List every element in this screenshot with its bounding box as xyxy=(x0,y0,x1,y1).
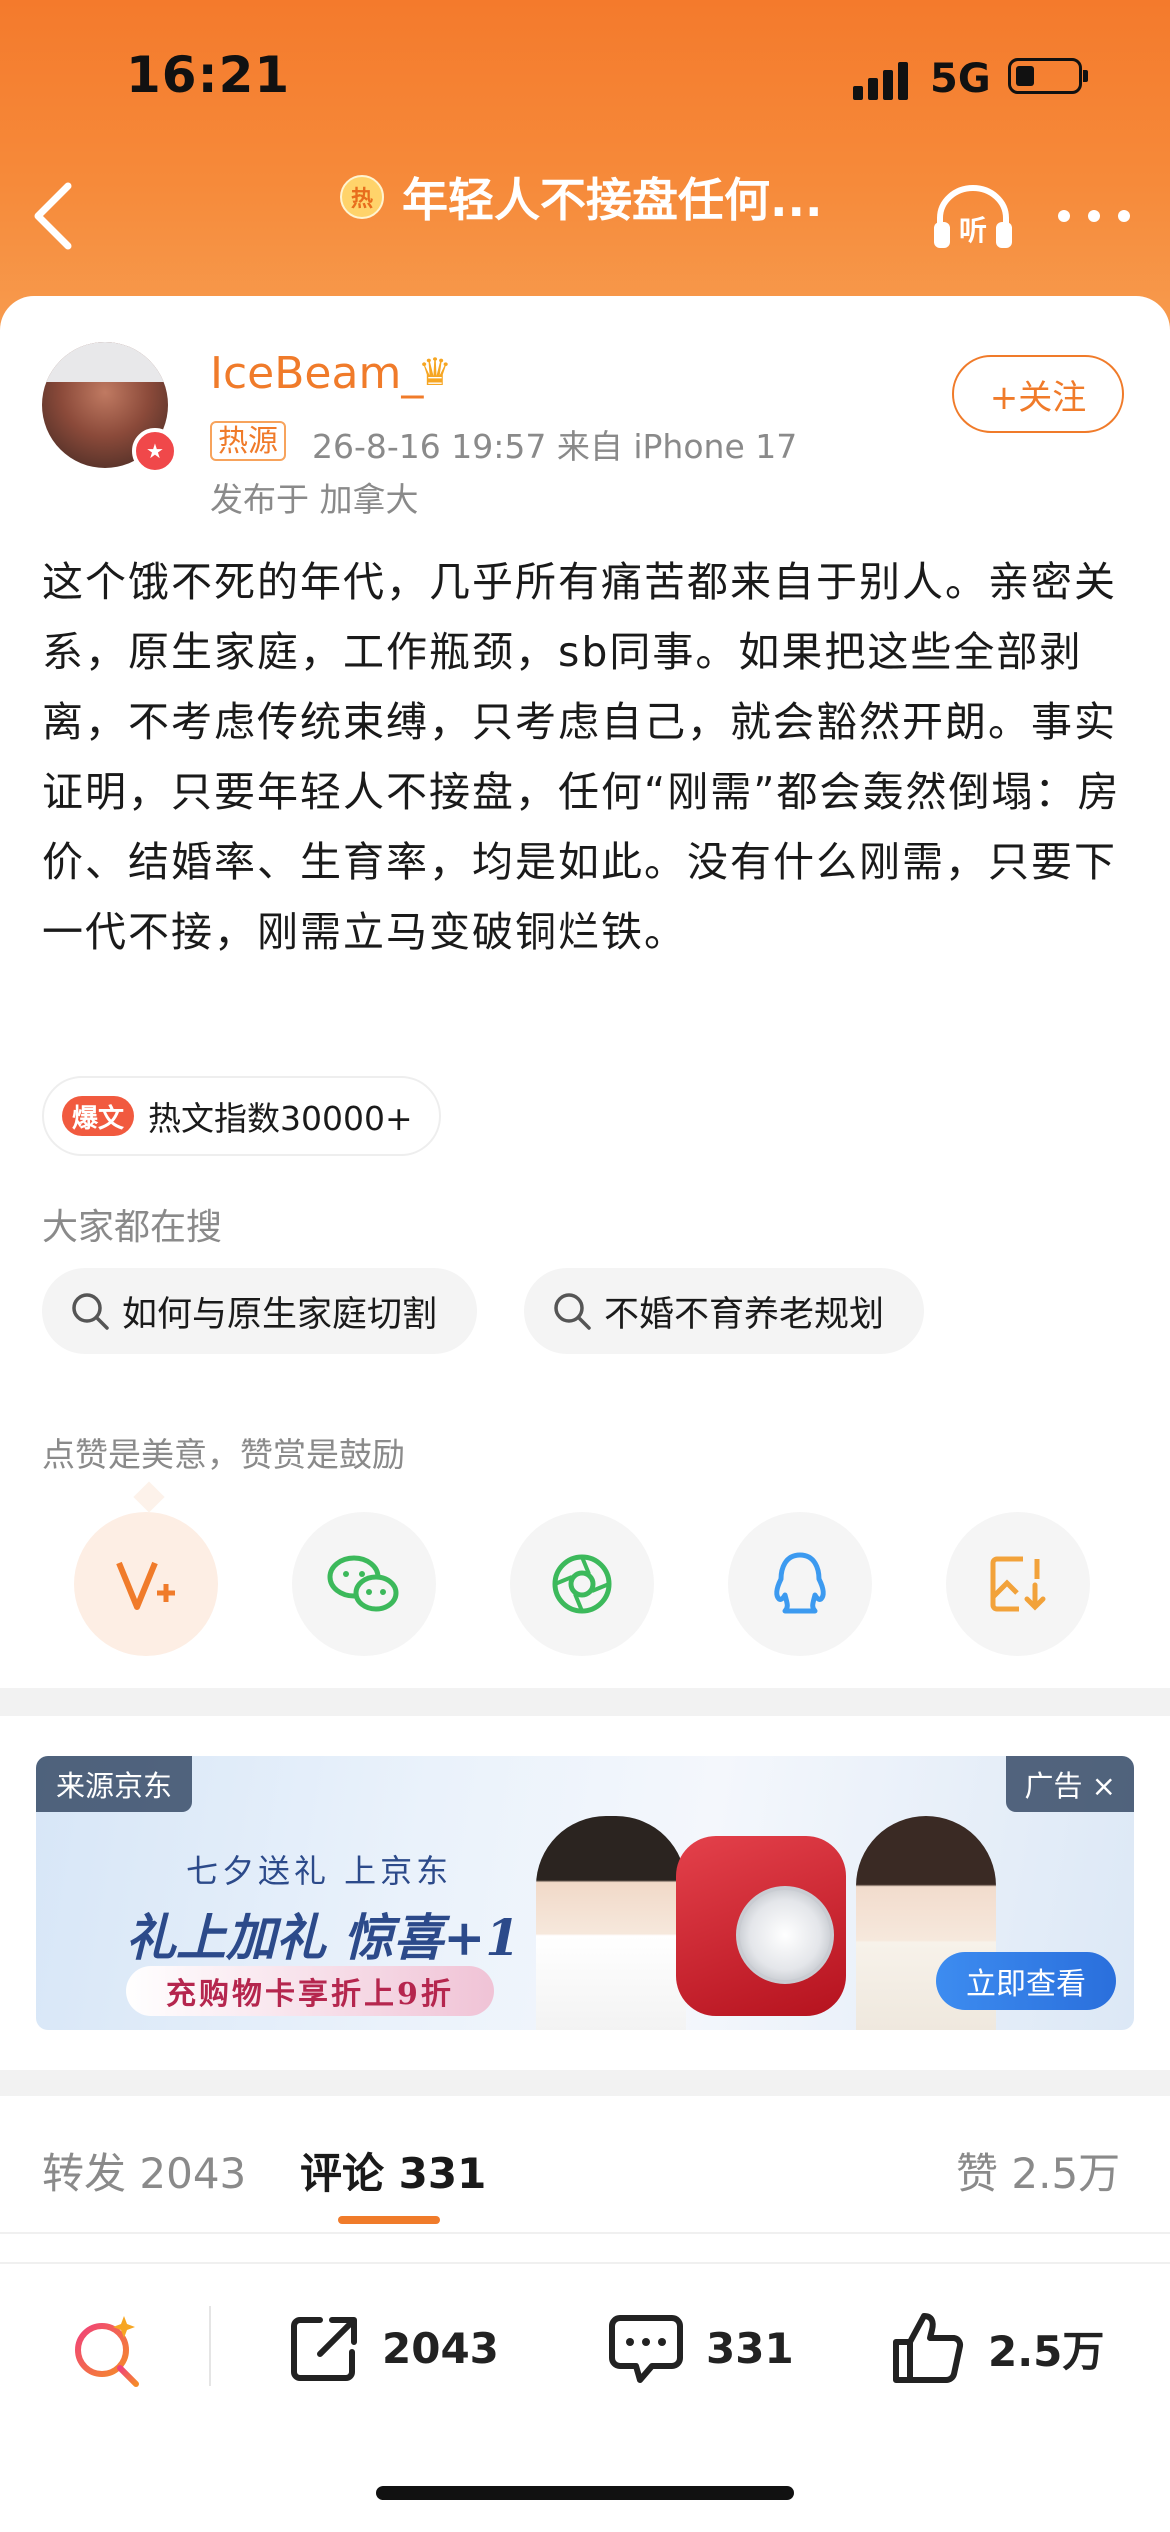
post-body: 这个饿不死的年代，几乎所有痛苦都来自于别人。亲密关系，原生家庭，工作瓶颈，sb同… xyxy=(42,558,1121,956)
search-suggestion-text: 不婚不育养老规划 xyxy=(604,1294,885,1335)
hot-post-badge: 爆文 xyxy=(62,1096,135,1136)
hot-post-badge-label: 爆文 xyxy=(72,1103,125,1134)
repost-icon xyxy=(291,2317,357,2381)
post-card xyxy=(0,296,1170,1688)
tab-count: 2043 xyxy=(139,2149,247,2198)
wechat-icon xyxy=(327,1555,399,1612)
v-plus-icon xyxy=(116,1561,175,1610)
save-image-button[interactable] xyxy=(946,1512,1090,1656)
super-search-button[interactable] xyxy=(62,2306,152,2396)
divider xyxy=(0,2262,1170,2264)
share-wechat-button[interactable] xyxy=(292,1512,436,1656)
search-suggestion-text: 如何与原生家庭切割 xyxy=(122,1294,438,1335)
search-icon xyxy=(72,1293,109,1330)
active-tab-indicator xyxy=(338,2216,440,2224)
tab-label: 转发 xyxy=(42,2149,127,2198)
tab-likes[interactable]: 赞 2.5万 xyxy=(956,2140,1120,2201)
crown-icon: ♛ xyxy=(418,350,453,394)
comment-icon xyxy=(609,2315,683,2383)
ad-model-image xyxy=(536,1816,686,2030)
ad-watch-image xyxy=(736,1886,834,1984)
search-suggestion[interactable]: 不婚不育养老规划 xyxy=(524,1268,925,1354)
tab-comments[interactable]: 评论 331 xyxy=(300,2140,486,2201)
qq-icon xyxy=(774,1552,826,1614)
ai-search-icon xyxy=(75,2316,139,2387)
v-plus-button[interactable] xyxy=(74,1512,218,1656)
divider xyxy=(209,2306,211,2386)
search-suggestion[interactable]: 如何与原生家庭切割 xyxy=(42,1268,478,1354)
ad-cta-button[interactable]: 立即查看 xyxy=(936,1952,1116,2010)
like-button[interactable]: 2.5万 xyxy=(888,2300,1104,2396)
share-qq-button[interactable] xyxy=(728,1512,872,1656)
page-title[interactable]: 年轻人不接盘任何... xyxy=(402,164,822,230)
thumbs-up-icon xyxy=(893,2313,964,2383)
hot-index-chip[interactable]: 爆文 热文指数30000+ xyxy=(42,1076,441,1156)
status-time: 16:21 xyxy=(126,46,291,104)
repost-count: 2043 xyxy=(382,2323,499,2373)
reward-caption: 点赞是美意，赞赏是鼓励 xyxy=(42,1435,405,1474)
tab-count: 331 xyxy=(398,2149,487,2198)
back-arrow-icon xyxy=(34,182,72,250)
hot-topic-icon: 热 xyxy=(340,175,384,219)
battery-icon xyxy=(1008,58,1088,94)
comment-button[interactable]: 331 xyxy=(606,2300,794,2396)
comment-count: 331 xyxy=(706,2323,794,2373)
follow-button[interactable]: +关注 xyxy=(952,355,1124,433)
search-icon xyxy=(554,1293,591,1330)
back-button[interactable] xyxy=(28,176,88,256)
section-divider xyxy=(0,2070,1170,2096)
post-meta: 26-8-16 19:57 来自 iPhone 17 xyxy=(312,427,798,466)
save-image-icon xyxy=(990,1556,1046,1612)
username[interactable]: IceBeam_ xyxy=(210,348,423,399)
like-count: 2.5万 xyxy=(988,2326,1105,2376)
home-indicator xyxy=(376,2486,794,2500)
publish-location: 发布于 加拿大 xyxy=(210,480,419,519)
repost-button[interactable]: 2043 xyxy=(286,2300,499,2396)
section-divider xyxy=(0,1688,1170,1716)
network-type: 5G xyxy=(930,56,991,102)
tab-count: 2.5万 xyxy=(1011,2149,1121,2198)
tab-label: 赞 xyxy=(956,2149,999,2198)
divider xyxy=(0,2232,1170,2234)
ad-slogan: 礼上加礼 惊喜+1 xyxy=(126,1908,521,1967)
listen-button[interactable]: 听 xyxy=(930,182,1016,252)
tab-reposts[interactable]: 转发 2043 xyxy=(42,2140,246,2201)
trending-search-title: 大家都在搜 xyxy=(42,1207,223,1248)
svg-text:听: 听 xyxy=(959,214,987,247)
source-tag: 热源 xyxy=(210,421,286,461)
ad-headline: 七夕送礼 上京东 xyxy=(186,1852,453,1890)
moments-icon xyxy=(552,1554,612,1614)
ad-source-label: 来源京东 xyxy=(36,1756,193,1812)
tab-label: 评论 xyxy=(300,2149,385,2198)
nav-title-group: 热 年轻人不接盘任何... xyxy=(340,160,822,234)
hot-index-label: 热文指数30000+ xyxy=(148,1099,413,1138)
verified-badge-icon: ★ xyxy=(132,428,178,474)
ad-offer: 充购物卡享折上9折 xyxy=(126,1966,494,2016)
more-icon[interactable] xyxy=(1058,204,1130,228)
signal-icon xyxy=(853,60,913,100)
share-moments-button[interactable] xyxy=(510,1512,654,1656)
headphones-icon: 听 xyxy=(934,185,1012,248)
ad-close-button[interactable]: 广告 × xyxy=(1006,1756,1134,1812)
ad-banner[interactable]: 来源京东 广告 × 七夕送礼 上京东 礼上加礼 惊喜+1 充购物卡享折上9折 立… xyxy=(36,1756,1134,2030)
